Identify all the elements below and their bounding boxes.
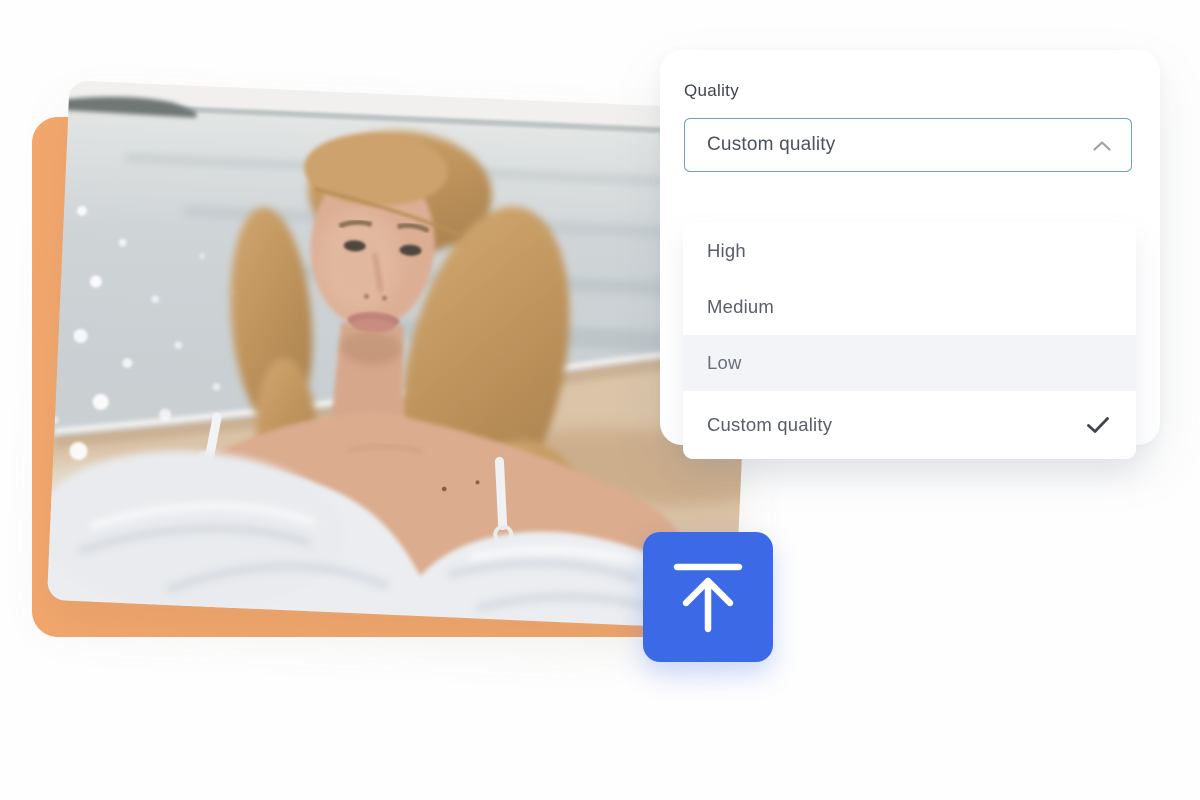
upload-button[interactable] [643,532,773,662]
option-label: Low [707,352,742,374]
quality-panel: Quality Custom quality High Medium Low C… [660,50,1160,445]
dropdown-option-medium[interactable]: Medium [683,279,1136,335]
quality-dropdown-menu: High Medium Low Custom quality [683,223,1136,459]
quality-select[interactable]: Custom quality [684,118,1132,172]
dropdown-option-high[interactable]: High [683,223,1136,279]
upload-arrow-icon [669,559,747,635]
page: Quality Custom quality High Medium Low C… [0,0,1200,800]
quality-select-value: Custom quality [707,134,835,156]
option-label: High [707,240,746,262]
dropdown-option-low[interactable]: Low [683,335,1136,391]
dropdown-option-custom-quality[interactable]: Custom quality [683,391,1136,459]
check-icon [1086,416,1110,434]
quality-label: Quality [684,81,1160,101]
option-label: Medium [707,296,774,318]
option-label: Custom quality [707,414,832,436]
chevron-up-icon [1093,140,1111,151]
